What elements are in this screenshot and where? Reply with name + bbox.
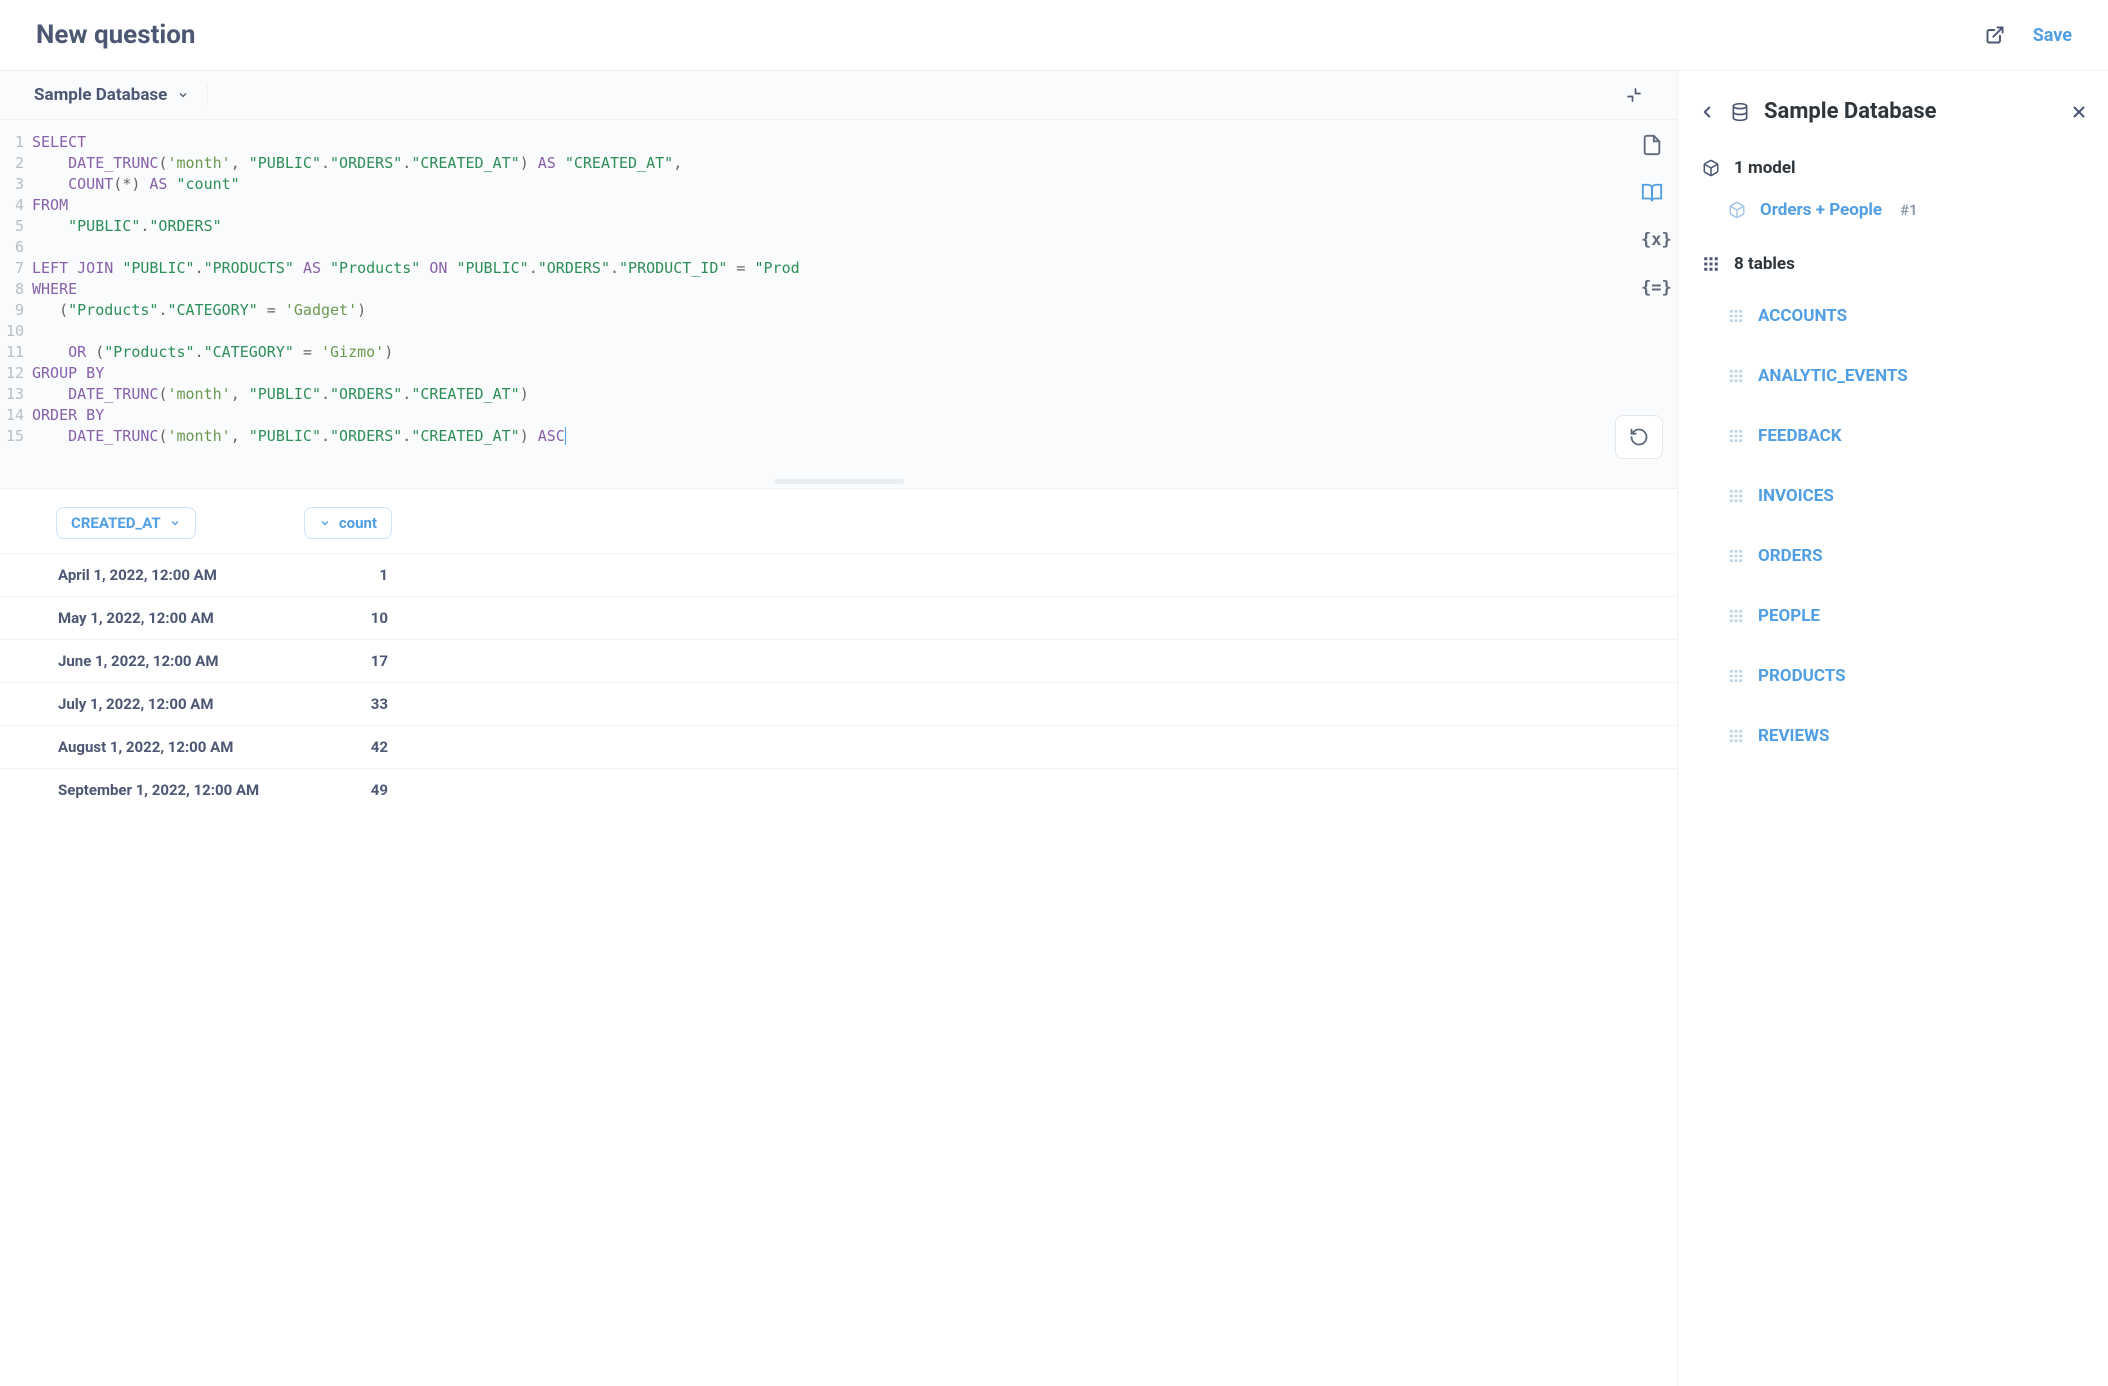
close-panel-button[interactable] xyxy=(2070,103,2088,121)
models-section-label: 1 model xyxy=(1698,152,2088,190)
refresh-icon xyxy=(1629,427,1649,447)
table-icon xyxy=(1728,368,1744,384)
editor-toolbar: {x} {=} xyxy=(1641,134,1663,300)
page-header: New question Save xyxy=(0,0,2108,70)
database-icon xyxy=(1730,102,1750,122)
db-select-bar: Sample Database xyxy=(0,71,1677,120)
column-header-count[interactable]: count xyxy=(304,507,392,539)
sql-editor[interactable]: 123456789101112131415 SELECT DATE_TRUNC(… xyxy=(0,120,1677,475)
data-reference-icon[interactable] xyxy=(1641,134,1663,156)
editor-pane: Sample Database 123456789101112131415 SE… xyxy=(0,71,1678,1386)
table-row[interactable]: September 1, 2022, 12:00 AM49 xyxy=(0,768,1677,811)
results-header: CREATED_AT count xyxy=(0,489,1677,553)
grid-icon xyxy=(1702,255,1720,273)
book-icon[interactable] xyxy=(1641,182,1663,204)
table-icon xyxy=(1728,308,1744,324)
snippets-icon[interactable]: {=} xyxy=(1641,278,1663,300)
table-icon xyxy=(1728,488,1744,504)
run-query-button[interactable] xyxy=(1615,415,1663,459)
tables-section-label: 8 tables xyxy=(1698,248,2088,286)
database-selector-label: Sample Database xyxy=(34,85,167,105)
table-icon xyxy=(1728,428,1744,444)
chevron-down-icon xyxy=(319,517,331,529)
table-item[interactable]: INVOICES xyxy=(1698,466,2088,526)
table-item[interactable]: ORDERS xyxy=(1698,526,2088,586)
header-actions: Save xyxy=(1985,25,2072,46)
table-item[interactable]: REVIEWS xyxy=(1698,706,2088,766)
table-row[interactable]: July 1, 2022, 12:00 AM33 xyxy=(0,682,1677,725)
resize-handle[interactable] xyxy=(0,475,1677,489)
collapse-editor-icon[interactable] xyxy=(1625,86,1643,104)
popout-icon[interactable] xyxy=(1985,25,2005,45)
back-button[interactable] xyxy=(1698,103,1716,121)
table-icon xyxy=(1728,728,1744,744)
table-item[interactable]: PEOPLE xyxy=(1698,586,2088,646)
database-selector[interactable]: Sample Database xyxy=(34,85,208,105)
table-row[interactable]: August 1, 2022, 12:00 AM42 xyxy=(0,725,1677,768)
model-item[interactable]: Orders + People#1 xyxy=(1698,190,2088,230)
cube-icon xyxy=(1702,159,1720,177)
table-row[interactable]: April 1, 2022, 12:00 AM1 xyxy=(0,553,1677,596)
save-button[interactable]: Save xyxy=(2033,25,2072,46)
chevron-down-icon xyxy=(177,89,189,101)
code-area[interactable]: SELECT DATE_TRUNC('month', "PUBLIC"."ORD… xyxy=(28,120,1677,475)
table-row[interactable]: June 1, 2022, 12:00 AM17 xyxy=(0,639,1677,682)
chevron-down-icon xyxy=(169,517,181,529)
table-row[interactable]: May 1, 2022, 12:00 AM10 xyxy=(0,596,1677,639)
table-item[interactable]: ACCOUNTS xyxy=(1698,286,2088,346)
cube-icon xyxy=(1728,201,1746,219)
results-table: CREATED_AT count April 1, 2022, 12:00 AM… xyxy=(0,489,1677,1386)
table-icon xyxy=(1728,668,1744,684)
table-item[interactable]: FEEDBACK xyxy=(1698,406,2088,466)
table-item[interactable]: ANALYTIC_EVENTS xyxy=(1698,346,2088,406)
results-rows: April 1, 2022, 12:00 AM1May 1, 2022, 12:… xyxy=(0,553,1677,811)
chevron-left-icon xyxy=(1698,103,1716,121)
page-title: New question xyxy=(36,20,196,50)
schema-browser: Sample Database 1 model Orders + People#… xyxy=(1678,71,2108,1386)
table-icon xyxy=(1728,608,1744,624)
column-header-created-at[interactable]: CREATED_AT xyxy=(56,507,196,539)
table-icon xyxy=(1728,548,1744,564)
table-item[interactable]: PRODUCTS xyxy=(1698,646,2088,706)
variables-icon[interactable]: {x} xyxy=(1641,230,1663,252)
line-gutter: 123456789101112131415 xyxy=(0,120,28,475)
browser-title: Sample Database xyxy=(1764,99,1937,124)
close-icon xyxy=(2070,103,2088,121)
